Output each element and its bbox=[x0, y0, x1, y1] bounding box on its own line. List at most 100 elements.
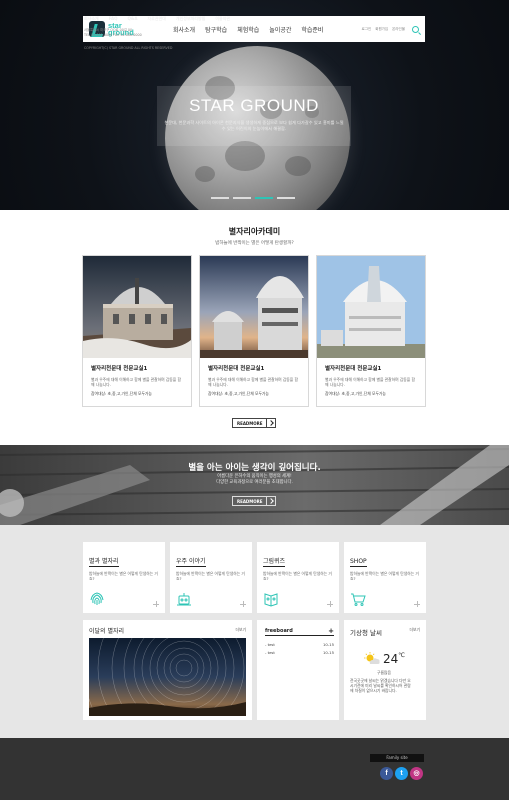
quick-box-space[interactable]: 우주 이야기 밤하늘에 반짝이는 별은 어떻게 탄생하는 거죠? bbox=[170, 542, 252, 613]
quick-box-text: 밤하늘에 반짝이는 별은 어떻게 탄생하는 거죠? bbox=[89, 571, 158, 581]
quick-box-title: 그림퀴즈 bbox=[263, 558, 286, 567]
promo-banner: 별을 아는 아이는 생각이 깊어집니다. 아름다운 은하수의 움직이는 행성의 … bbox=[0, 445, 509, 525]
card-title: 별자리천문대 천문교실1 bbox=[325, 366, 382, 372]
content-section bbox=[0, 525, 509, 738]
facebook-icon[interactable]: f bbox=[380, 767, 393, 780]
observatory-image-2 bbox=[200, 256, 308, 358]
shop-link[interactable]: 온라인몰 bbox=[392, 27, 405, 32]
footer-link[interactable]: 이용약관 bbox=[215, 16, 230, 22]
menu-item-experience[interactable]: 체험학습 bbox=[237, 25, 259, 34]
robot-icon bbox=[177, 593, 191, 606]
banner-title: 별을 아는 아이는 생각이 깊어집니다. bbox=[188, 463, 321, 473]
slider-dot-2[interactable] bbox=[233, 197, 251, 199]
menu-item-prepare[interactable]: 학습준비 bbox=[301, 25, 323, 34]
slider-pagination bbox=[211, 197, 295, 199]
footer-link[interactable]: FAQ bbox=[109, 16, 118, 22]
quick-box-quiz[interactable]: 그림퀴즈 밤하늘에 반짝이는 별은 어떻게 탄생하는 거죠? bbox=[257, 542, 339, 613]
utility-links: 로그인 회원가입 온라인몰 bbox=[362, 25, 419, 33]
footer bbox=[0, 738, 509, 800]
footer-copyright: COPYRIGHT(C) STAR GROUND ALL RIGHTS RESE… bbox=[84, 46, 173, 50]
freeboard-panel: freeboard + - test 10-15 - test 10-15 bbox=[257, 620, 339, 720]
fingerprint-icon bbox=[90, 592, 104, 605]
academy-card-3[interactable]: 별자리천문대 천문교실1 별과 우주에 대해 이해하고 함께 별을 관찰하며 감… bbox=[316, 255, 426, 407]
slider-dot-4[interactable] bbox=[277, 197, 295, 199]
footer-links: 회사소개 FAQ Q&A 자료관련대 개인정보처리방침 이용약관 bbox=[84, 16, 230, 22]
partly-cloudy-icon bbox=[364, 652, 380, 664]
menu-item-play[interactable]: 놀이공간 bbox=[269, 25, 291, 34]
card-text: 별과 우주에 대해 이해하고 함께 별을 관찰하며 감동을 함께 나눕니다. bbox=[208, 377, 298, 387]
quick-box-shop[interactable]: SHOP 밤하늘에 반짝이는 별은 어떻게 탄생하는 거죠? bbox=[344, 542, 426, 613]
footer-link[interactable]: Q&A bbox=[128, 16, 138, 22]
monthly-constellation-panel: 이달의 별자리 더보기 bbox=[83, 620, 252, 720]
board-row-title: - test bbox=[265, 650, 275, 655]
banner-readmore-button[interactable]: READMORE bbox=[232, 496, 276, 506]
main-menu: 회사소개 탐구학습 체험학습 놀이공간 학습준비 bbox=[173, 25, 323, 34]
signup-link[interactable]: 회원가입 bbox=[375, 27, 388, 32]
arrow-right-icon bbox=[266, 497, 275, 505]
hero-title: STAR GROUND bbox=[189, 96, 319, 115]
plus-icon[interactable] bbox=[153, 601, 159, 607]
footer-link[interactable]: 자료관련대 bbox=[148, 16, 166, 22]
hero-caption: STAR GROUND 천문대, 천문과학 사이트의 아이콘 천문지식을 생생하… bbox=[157, 86, 351, 146]
quick-box-text: 밤하늘에 반짝이는 별은 어떻게 탄생하는 거죠? bbox=[263, 571, 332, 581]
menu-item-explore[interactable]: 탐구학습 bbox=[205, 25, 227, 34]
search-icon[interactable] bbox=[412, 25, 419, 33]
arrow-right-icon bbox=[266, 419, 275, 427]
footer-address: 서울특별시 마포구 OO로 00길 00 TEL 02-000-0000 FAX… bbox=[84, 28, 142, 37]
quick-box-title: 별과 별자리 bbox=[89, 558, 119, 567]
quick-box-constellation[interactable]: 별과 별자리 밤하늘에 반짝이는 별은 어떻게 탄생하는 거죠? bbox=[83, 542, 165, 613]
weather-temperature: 24℃ bbox=[383, 652, 406, 666]
academy-readmore-button[interactable]: READMORE bbox=[232, 418, 276, 428]
academy-title: 별자리아카데미 bbox=[228, 227, 281, 236]
weather-title: 기상청 날씨 bbox=[350, 629, 382, 637]
quick-box-title: 우주 이야기 bbox=[176, 558, 206, 567]
instagram-icon[interactable]: ◎ bbox=[410, 767, 423, 780]
card-title: 별자리천문대 천문교실1 bbox=[208, 366, 265, 372]
card-text: 별과 우주에 대해 이해하고 함께 별을 관찰하며 감동을 함께 나눕니다. bbox=[325, 377, 415, 387]
board-header: freeboard + bbox=[265, 626, 334, 636]
academy-cards: 별자리천문대 천문교실1 별과 우주에 대해 이해하고 함께 별을 관찰하며 감… bbox=[82, 255, 426, 407]
more-link[interactable]: 더보기 bbox=[236, 627, 246, 633]
weather-status: 구름많음 bbox=[377, 670, 391, 675]
plus-icon[interactable] bbox=[240, 601, 246, 607]
board-row-date: 10-15 bbox=[322, 650, 334, 655]
board-row[interactable]: - test 10-15 bbox=[265, 650, 334, 655]
academy-subtitle: 밤하늘에 반짝이는 별은 어떻게 탄생할까? bbox=[215, 241, 294, 246]
board-row-date: 10-15 bbox=[322, 642, 334, 647]
academy-card-2[interactable]: 별자리천문대 천문교실1 별과 우주에 대해 이해하고 함께 별을 관찰하며 감… bbox=[199, 255, 309, 407]
star-trail-image bbox=[89, 638, 246, 716]
card-title: 별자리천문대 천문교실1 bbox=[91, 366, 148, 372]
slider-dot-3[interactable] bbox=[255, 197, 273, 199]
login-link[interactable]: 로그인 bbox=[362, 27, 372, 32]
family-site-select[interactable]: Family site bbox=[370, 754, 424, 762]
quick-box-text: 밤하늘에 반짝이는 별은 어떻게 탄생하는 거죠? bbox=[176, 571, 245, 581]
observatory-image-1 bbox=[83, 256, 191, 358]
card-meta: 참여대상: 초,중,고,가인,단체 모두가능 bbox=[208, 391, 269, 396]
academy-card-1[interactable]: 별자리천문대 천문교실1 별과 우주에 대해 이해하고 함께 별을 관찰하며 감… bbox=[82, 255, 192, 407]
quick-box-title: SHOP bbox=[350, 558, 367, 567]
board-row[interactable]: - test 10-15 bbox=[265, 642, 334, 647]
card-meta: 참여대상: 초,중,고,가인,단체 모두가능 bbox=[325, 391, 386, 396]
board-row-title: - test bbox=[265, 642, 275, 647]
cart-icon bbox=[351, 593, 366, 606]
plus-icon[interactable]: + bbox=[328, 627, 334, 635]
quick-box-text: 밤하늘에 반짝이는 별은 어떻게 탄생하는 거죠? bbox=[350, 571, 419, 581]
plus-icon[interactable] bbox=[327, 601, 333, 607]
hero-section: star ground 회사소개 탐구학습 체험학습 놀이공간 학습준비 로그인… bbox=[0, 0, 509, 210]
menu-item-company[interactable]: 회사소개 bbox=[173, 25, 195, 34]
book-icon bbox=[264, 593, 278, 607]
footer-link[interactable]: 개인정보처리방침 bbox=[176, 16, 205, 22]
twitter-icon[interactable]: t bbox=[395, 767, 408, 780]
slider-dot-1[interactable] bbox=[211, 197, 229, 199]
hero-description: 천문대, 천문과학 사이트의 아이콘 천문지식을 생생하게 중심으로 보다 쉽게… bbox=[164, 120, 344, 131]
plus-icon[interactable] bbox=[414, 601, 420, 607]
weather-description: 전국곳곳에 날씨는 맑겠습니다 다만 오시기전에 미리 날씨를 확인하시어 관람… bbox=[350, 678, 411, 693]
card-meta: 참여대상: 초,중,고,가인,단체 모두가능 bbox=[91, 391, 152, 396]
card-text: 별과 우주에 대해 이해하고 함께 별을 관찰하며 감동을 함께 나눕니다. bbox=[91, 377, 181, 387]
more-link[interactable]: 더보기 bbox=[410, 627, 420, 633]
board-title: freeboard bbox=[265, 627, 293, 634]
banner-text-line2: 다양한 교육과정으로 여러분을 초대합니다. bbox=[216, 480, 293, 485]
panel-title: 이달의 별자리 bbox=[89, 628, 125, 635]
observatory-image-3 bbox=[317, 256, 425, 358]
footer-link[interactable]: 회사소개 bbox=[84, 16, 99, 22]
